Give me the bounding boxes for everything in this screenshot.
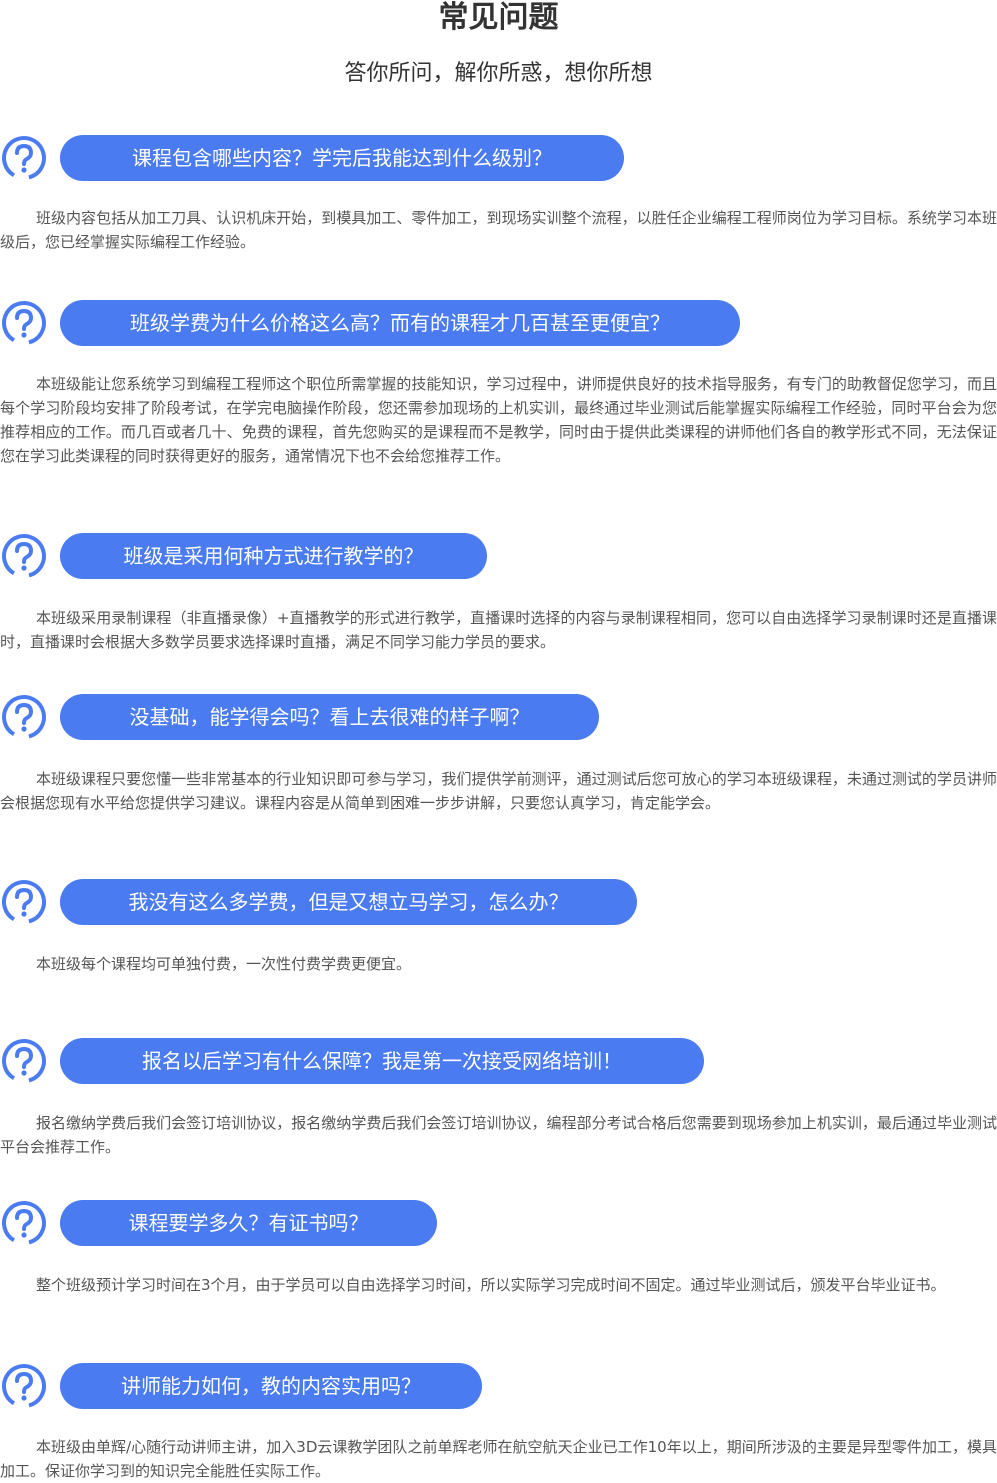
answer-text: 班级内容包括从加工刀具、认识机床开始，到模具加工、零件加工，到现场实训整个流程，… (0, 209, 997, 251)
question-row: 课程包含哪些内容？学完后我能达到什么级别？ (0, 134, 997, 182)
faq-item-6: 报名以后学习有什么保障？我是第一次接受网络培训！ 报名缴纳学费后我们会签订培训协… (0, 1037, 997, 1156)
faq-item-4: 没基础，能学得会吗？看上去很难的样子啊？ 本班级课程只要您懂一些非常基本的行业知… (0, 693, 997, 812)
question-row: 报名以后学习有什么保障？我是第一次接受网络培训！ (0, 1037, 997, 1085)
question-row: 讲师能力如何，教的内容实用吗？ (0, 1362, 997, 1410)
faq-item-7: 课程要学多久？有证书吗？ 整个班级预计学习时间在3个月，由于学员可以自由选择学习… (0, 1199, 997, 1294)
answer-text: 本班级由单辉/心随行动讲师主讲，加入3D云课教学团队之前单辉老师在航空航天企业已… (0, 1438, 997, 1480)
faq-item-3: 班级是采用何种方式进行教学的？ 本班级采用录制课程（非直播录像）+直播教学的形式… (0, 532, 997, 651)
question-mark-icon (2, 301, 46, 345)
question-row: 班级学费为什么价格这么高？而有的课程才几百甚至更便宜？ (0, 299, 997, 347)
question-mark-icon (2, 1364, 46, 1408)
question-pill[interactable]: 课程要学多久？有证书吗？ (60, 1200, 437, 1246)
answer-text: 本班级能让您系统学习到编程工程师这个职位所需掌握的技能知识，学习过程中，讲师提供… (0, 375, 997, 465)
question-row: 班级是采用何种方式进行教学的？ (0, 532, 997, 580)
question-pill[interactable]: 班级是采用何种方式进行教学的？ (60, 533, 487, 579)
answer-text: 整个班级预计学习时间在3个月，由于学员可以自由选择学习时间，所以实际学习完成时间… (36, 1276, 946, 1294)
faq-item-1: 课程包含哪些内容？学完后我能达到什么级别？ 班级内容包括从加工刀具、认识机床开始… (0, 134, 997, 251)
question-mark-icon (2, 1201, 46, 1245)
answer-text: 本班级采用录制课程（非直播录像）+直播教学的形式进行教学，直播课时选择的内容与录… (0, 609, 997, 651)
question-pill[interactable]: 班级学费为什么价格这么高？而有的课程才几百甚至更便宜？ (60, 300, 740, 346)
question-pill[interactable]: 我没有这么多学费，但是又想立马学习，怎么办？ (60, 879, 637, 925)
faq-item-8: 讲师能力如何，教的内容实用吗？ 本班级由单辉/心随行动讲师主讲，加入3D云课教学… (0, 1362, 997, 1480)
question-pill[interactable]: 课程包含哪些内容？学完后我能达到什么级别？ (60, 135, 624, 181)
page-title: 常见问题 (438, 0, 559, 35)
page-subtitle: 答你所问，解你所惑，想你所想 (344, 61, 653, 86)
question-row: 课程要学多久？有证书吗？ (0, 1199, 997, 1247)
question-mark-icon (2, 534, 46, 578)
question-pill[interactable]: 没基础，能学得会吗？看上去很难的样子啊？ (60, 694, 599, 740)
faq-item-5: 我没有这么多学费，但是又想立马学习，怎么办？ 本班级每个课程均可单独付费，一次性… (0, 878, 997, 973)
question-pill[interactable]: 报名以后学习有什么保障？我是第一次接受网络培训！ (60, 1038, 704, 1084)
question-mark-icon (2, 1039, 46, 1083)
question-row: 没基础，能学得会吗？看上去很难的样子啊？ (0, 693, 997, 741)
answer-text: 本班级每个课程均可单独付费，一次性付费学费更便宜。 (36, 955, 412, 973)
answer-text: 报名缴纳学费后我们会签订培训协议，报名缴纳学费后我们会签订培训协议，编程部分考试… (0, 1114, 997, 1156)
question-pill[interactable]: 讲师能力如何，教的内容实用吗？ (60, 1363, 482, 1409)
question-mark-icon (2, 695, 46, 739)
question-mark-icon (2, 136, 46, 180)
faq-item-2: 班级学费为什么价格这么高？而有的课程才几百甚至更便宜？ 本班级能让您系统学习到编… (0, 299, 997, 465)
answer-text: 本班级课程只要您懂一些非常基本的行业知识即可参与学习，我们提供学前测评，通过测试… (0, 770, 997, 812)
question-mark-icon (2, 880, 46, 924)
question-row: 我没有这么多学费，但是又想立马学习，怎么办？ (0, 878, 997, 926)
